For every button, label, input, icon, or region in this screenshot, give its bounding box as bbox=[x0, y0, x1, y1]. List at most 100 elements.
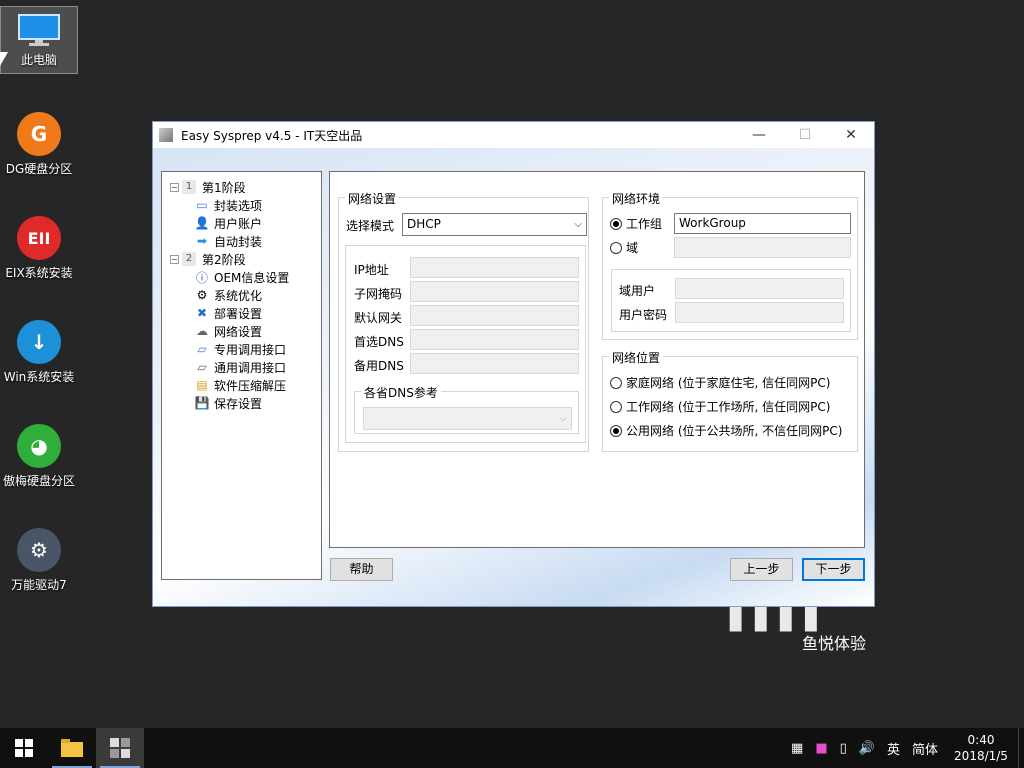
tree-item-private-api[interactable]: ▱ 专用调用接口 bbox=[170, 340, 321, 358]
tree-label: OEM信息设置 bbox=[214, 270, 290, 285]
group-title: 网络设置 bbox=[345, 190, 400, 207]
desktop-icon-this-pc[interactable]: 此电脑 bbox=[0, 6, 78, 74]
collapse-icon[interactable]: − bbox=[170, 254, 179, 264]
clock-date: 2018/1/5 bbox=[954, 749, 1008, 763]
start-button[interactable] bbox=[0, 728, 48, 768]
tools-icon: ✖ bbox=[196, 306, 208, 320]
radio-indicator[interactable] bbox=[610, 424, 622, 437]
tree-item-user-account[interactable]: 👤 用户账户 bbox=[170, 214, 321, 232]
dns-ref-select[interactable]: ⌵ bbox=[363, 407, 572, 430]
taskbar-explorer[interactable] bbox=[48, 728, 96, 768]
tree-stage-1[interactable]: − 1 第1阶段 bbox=[170, 178, 321, 196]
workgroup-radio[interactable]: 工作组 bbox=[610, 215, 662, 232]
mask-input[interactable] bbox=[410, 281, 579, 302]
dns1-label: 首选DNS bbox=[354, 335, 404, 349]
desktop-icon-aomei[interactable]: ◕ 傲梅硬盘分区 bbox=[0, 424, 78, 489]
workgroup-input[interactable]: WorkGroup bbox=[674, 213, 851, 234]
tree-item-compress[interactable]: ▤ 软件压缩解压 bbox=[170, 376, 321, 394]
ime-mode[interactable]: 简体 bbox=[912, 739, 938, 758]
stage-number: 2 bbox=[182, 252, 196, 266]
tree-item-oem[interactable]: ⓘ OEM信息设置 bbox=[170, 268, 321, 286]
tree-item-save[interactable]: 💾 保存设置 bbox=[170, 394, 321, 412]
radio-indicator[interactable] bbox=[610, 376, 622, 389]
tree-label: 保存设置 bbox=[214, 396, 263, 411]
tree-item-deploy[interactable]: ✖ 部署设置 bbox=[170, 304, 321, 322]
mode-label: 选择模式 bbox=[346, 219, 395, 233]
show-desktop-button[interactable] bbox=[1018, 728, 1024, 768]
eix-icon: EII bbox=[17, 216, 61, 260]
desktop-icon-label: Win系统安装 bbox=[3, 370, 75, 384]
tray-color-icon[interactable]: ■ bbox=[815, 741, 827, 756]
tree-item-common-api[interactable]: ▱ 通用调用接口 bbox=[170, 358, 321, 376]
download-arrow-icon: ↓ bbox=[17, 320, 61, 364]
domain-user-input[interactable] bbox=[675, 278, 844, 299]
tree-label: 第1阶段 bbox=[202, 180, 246, 195]
dns2-input[interactable] bbox=[410, 353, 579, 374]
save-icon: 💾 bbox=[194, 396, 210, 410]
taskbar-easy-sysprep[interactable] bbox=[96, 728, 144, 768]
location-public-radio[interactable]: 公用网络 (位于公共场所, 不信任同网PC) bbox=[610, 422, 842, 439]
desktop-icon-label: 此电脑 bbox=[20, 53, 57, 67]
domain-account-group: 域用户 用户密码 bbox=[611, 269, 851, 332]
chevron-down-icon: ⌵ bbox=[574, 219, 582, 230]
dns2-label: 备用DNS bbox=[354, 359, 404, 373]
close-button[interactable]: ✕ bbox=[828, 122, 874, 148]
tray-app-icon[interactable]: ▦ bbox=[791, 741, 803, 756]
taskbar-clock[interactable]: 0:40 2018/1/5 bbox=[944, 732, 1018, 764]
tree-label: 封装选项 bbox=[214, 198, 263, 213]
gear-icon: ⚙ bbox=[17, 528, 61, 572]
next-button[interactable]: 下一步 bbox=[802, 558, 865, 581]
radio-label: 工作组 bbox=[626, 217, 663, 231]
app-icon bbox=[159, 128, 173, 142]
help-button[interactable]: 帮助 bbox=[330, 558, 393, 581]
mode-select[interactable]: DHCP ⌵ bbox=[402, 213, 587, 236]
radio-indicator[interactable] bbox=[610, 400, 622, 413]
radio-indicator[interactable] bbox=[610, 241, 622, 254]
tree-item-auto-seal[interactable]: ➡ 自动封装 bbox=[170, 232, 321, 250]
window-client: − 1 第1阶段 ▭ 封装选项 👤 用户账户 ➡ 自动封装 − 2 第2阶段 ⓘ… bbox=[153, 148, 874, 606]
ime-language[interactable]: 英 bbox=[887, 739, 900, 758]
domain-radio[interactable]: 域 bbox=[610, 239, 638, 256]
minimize-button[interactable]: — bbox=[736, 122, 782, 148]
ip-label: IP地址 bbox=[354, 263, 389, 277]
desktop-icon-driver[interactable]: ⚙ 万能驱动7 bbox=[0, 528, 78, 593]
tree-label: 系统优化 bbox=[214, 288, 263, 303]
tree-stage-2[interactable]: − 2 第2阶段 bbox=[170, 250, 321, 268]
tree-item-network[interactable]: ☁ 网络设置 bbox=[170, 322, 321, 340]
chevron-down-icon: ⌵ bbox=[559, 413, 567, 424]
window-title: Easy Sysprep v4.5 - IT天空出品 bbox=[181, 128, 363, 143]
dg-icon: G bbox=[17, 112, 61, 156]
group-title: 各省DNS参考 bbox=[361, 384, 441, 401]
radio-label: 家庭网络 (位于家庭住宅, 信任同网PC) bbox=[626, 376, 831, 390]
prev-button[interactable]: 上一步 bbox=[730, 558, 793, 581]
maximize-button[interactable]: ☐ bbox=[782, 122, 828, 148]
mode-select-value: DHCP bbox=[407, 217, 441, 231]
collapse-icon[interactable]: − bbox=[170, 182, 179, 192]
volume-icon[interactable]: 🔊 bbox=[859, 741, 875, 756]
window-titlebar[interactable]: Easy Sysprep v4.5 - IT天空出品 — ☐ ✕ bbox=[153, 122, 874, 148]
gateway-input[interactable] bbox=[410, 305, 579, 326]
tree-item-seal-options[interactable]: ▭ 封装选项 bbox=[170, 196, 321, 214]
computer-icon: ▭ bbox=[196, 198, 208, 212]
mask-label: 子网掩码 bbox=[354, 287, 403, 301]
tree-item-optimize[interactable]: ⚙ 系统优化 bbox=[170, 286, 321, 304]
network-location-group: 网络位置 家庭网络 (位于家庭住宅, 信任同网PC) 工作网络 (位于工作场所,… bbox=[602, 349, 858, 452]
desktop-icon-eix[interactable]: EII EIX系统安装 bbox=[0, 216, 78, 281]
brand-caption: 鱼悦体验 bbox=[802, 634, 867, 653]
battery-icon[interactable]: ▯ bbox=[840, 741, 847, 756]
folder-icon bbox=[61, 739, 83, 757]
network-settings-group: 网络设置 选择模式 DHCP ⌵ IP地址 子网掩码 默认网关 首选DNS 备用… bbox=[338, 190, 589, 452]
location-work-radio[interactable]: 工作网络 (位于工作场所, 信任同网PC) bbox=[610, 398, 830, 415]
desktop-icon-dg[interactable]: G DG硬盘分区 bbox=[0, 112, 78, 177]
domain-pass-input[interactable] bbox=[675, 302, 844, 323]
dns1-input[interactable] bbox=[410, 329, 579, 350]
desktop-icon-label: 万能驱动7 bbox=[11, 578, 67, 592]
location-home-radio[interactable]: 家庭网络 (位于家庭住宅, 信任同网PC) bbox=[610, 374, 830, 391]
ip-input[interactable] bbox=[410, 257, 579, 278]
domain-input[interactable] bbox=[674, 237, 851, 258]
radio-indicator[interactable] bbox=[610, 217, 622, 230]
windows-logo-icon bbox=[15, 739, 33, 757]
desktop-icon-win-install[interactable]: ↓ Win系统安装 bbox=[0, 320, 78, 385]
easy-sysprep-window: Easy Sysprep v4.5 - IT天空出品 — ☐ ✕ − 1 第1阶… bbox=[152, 121, 875, 607]
clock-time: 0:40 bbox=[967, 733, 995, 747]
